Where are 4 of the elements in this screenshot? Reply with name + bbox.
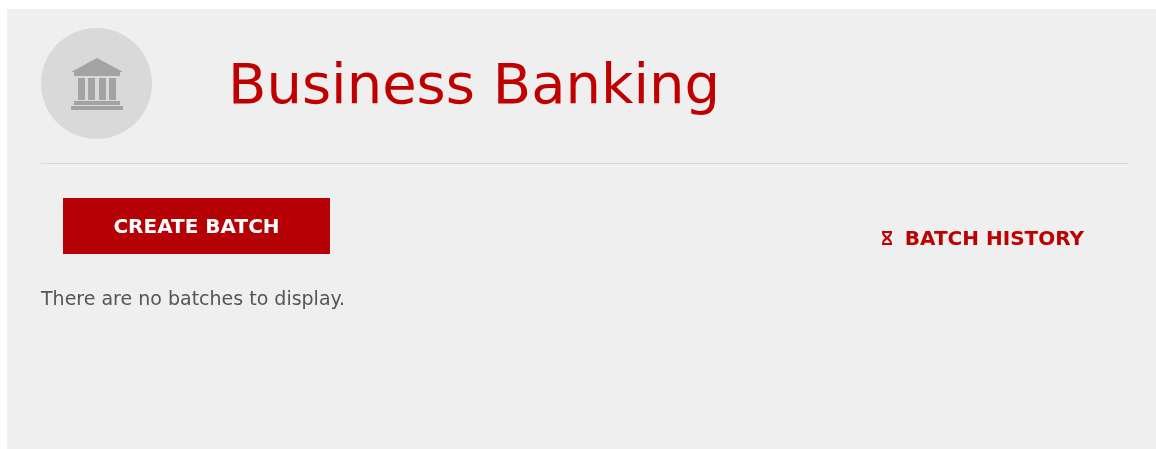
- empty-message: There are no batches to display.: [41, 286, 347, 311]
- batch-history-link[interactable]: BATCH HISTORY: [880, 223, 1084, 253]
- create-batch-button[interactable]: CREATE BATCH: [63, 198, 330, 254]
- hourglass-icon: [880, 231, 893, 245]
